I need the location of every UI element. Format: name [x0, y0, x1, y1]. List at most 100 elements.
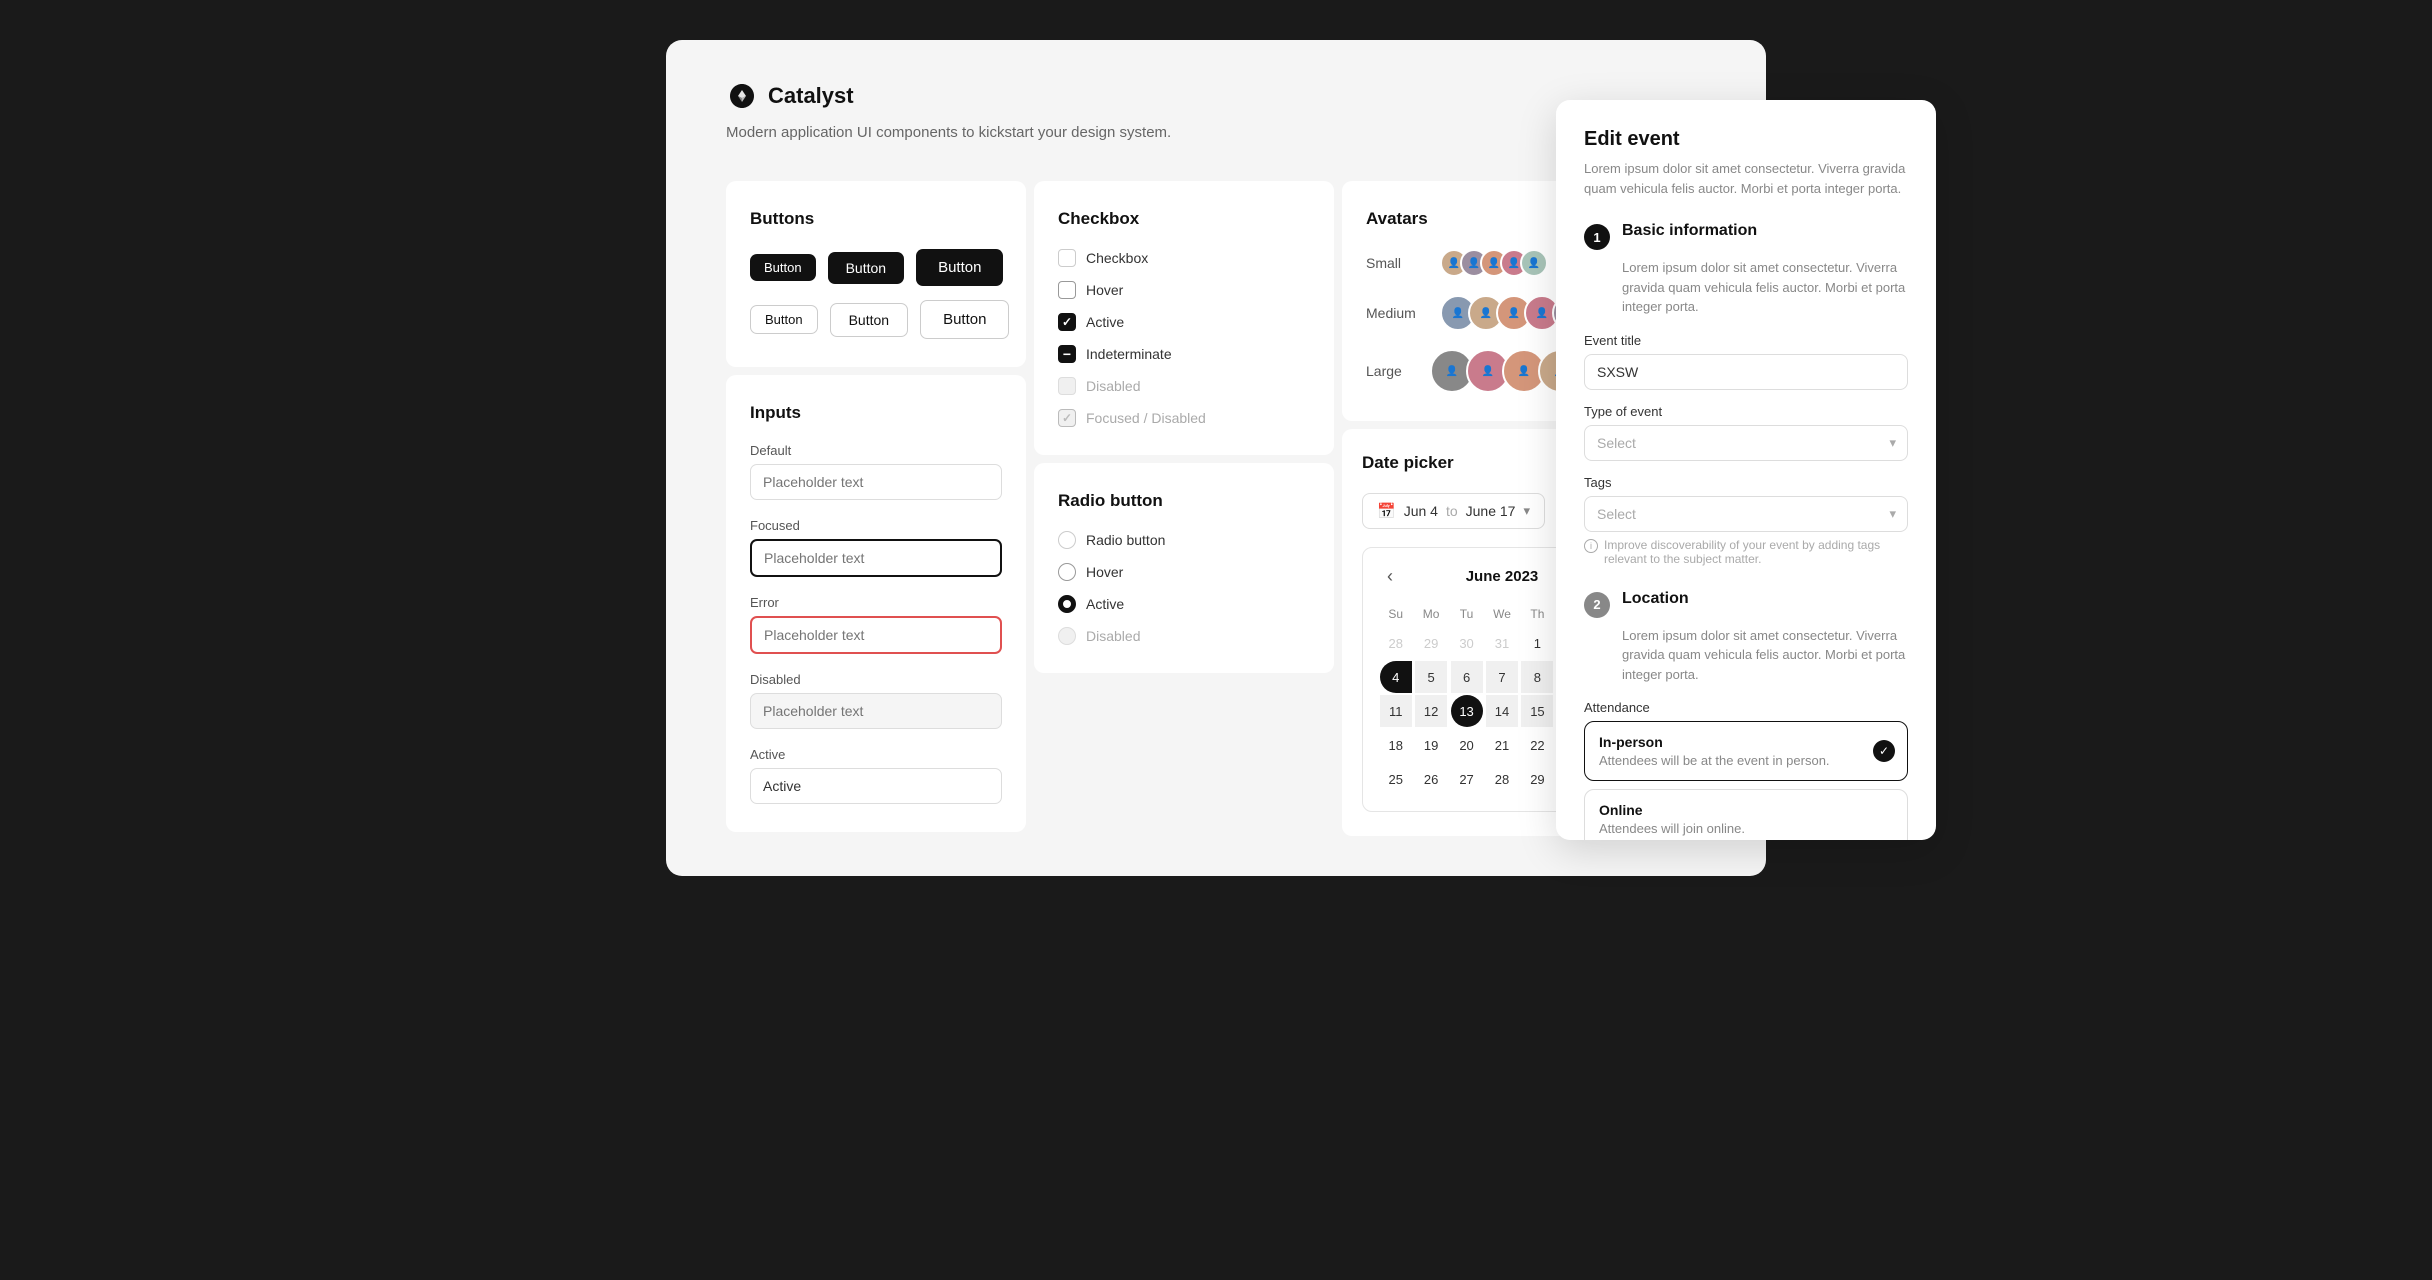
radio-stack: Radio button Hover Active Disabled — [1058, 531, 1310, 645]
checkbox-title: Checkbox — [1058, 209, 1310, 229]
input-focused[interactable] — [750, 539, 1002, 577]
cal-day[interactable]: 28 — [1486, 763, 1518, 795]
cal-day[interactable]: 18 — [1380, 729, 1412, 761]
tags-select[interactable]: Select — [1584, 496, 1908, 532]
buttons-row-solid: Button Button Button — [750, 249, 1002, 286]
inputs-title: Inputs — [750, 403, 1002, 423]
checkbox-hover-box[interactable] — [1058, 281, 1076, 299]
cal-day[interactable]: 30 — [1451, 627, 1483, 659]
step1-title: Basic information — [1622, 222, 1757, 240]
step1-section: 1 Basic information Lorem ipsum dolor si… — [1584, 222, 1908, 566]
checkbox-disabled-label: Disabled — [1086, 378, 1140, 394]
button-outline-md[interactable]: Button — [830, 303, 908, 337]
avatar: 👤 — [1520, 249, 1548, 277]
main-card: Catalyst Modern application UI component… — [666, 40, 1766, 876]
tags-hint-text: Improve discoverability of your event by… — [1604, 538, 1908, 566]
attendance-label: Attendance — [1584, 700, 1908, 715]
checkbox-focused-check-icon: ✓ — [1062, 411, 1072, 425]
checkbox-active-box[interactable]: ✓ — [1058, 313, 1076, 331]
checkbox-minus-icon: − — [1063, 347, 1071, 361]
cal-day[interactable]: 26 — [1415, 763, 1447, 795]
button-solid-lg[interactable]: Button — [916, 249, 1003, 286]
attendance-online[interactable]: Online Attendees will join online. — [1584, 789, 1908, 840]
radio-hover-circle[interactable] — [1058, 563, 1076, 581]
attendance-inperson-check: ✓ — [1873, 740, 1895, 762]
cal-day[interactable]: 21 — [1486, 729, 1518, 761]
cal-day[interactable]: 1 — [1521, 627, 1553, 659]
checkbox-disabled-box — [1058, 377, 1076, 395]
input-error-group: Error — [750, 595, 1002, 654]
cal-day[interactable]: 28 — [1380, 627, 1412, 659]
checkbox-focused-disabled-box: ✓ — [1058, 409, 1076, 427]
buttons-section: Buttons Button Button Button Button Butt… — [726, 181, 1026, 367]
input-active[interactable] — [750, 768, 1002, 804]
radio-default-circle[interactable] — [1058, 531, 1076, 549]
input-disabled-group: Disabled — [750, 672, 1002, 729]
radio-active: Active — [1058, 595, 1310, 613]
cal-day[interactable]: 22 — [1521, 729, 1553, 761]
checkbox-hover-label: Hover — [1086, 282, 1123, 298]
cal-day[interactable]: 4 — [1380, 661, 1412, 693]
step2-desc: Lorem ipsum dolor sit amet consectetur. … — [1584, 626, 1908, 685]
cal-day[interactable]: 27 — [1451, 763, 1483, 795]
step2-section: 2 Location Lorem ipsum dolor sit amet co… — [1584, 590, 1908, 841]
radio-title: Radio button — [1058, 491, 1310, 511]
attendance-inperson-desc: Attendees will be at the event in person… — [1599, 753, 1893, 768]
cal-day[interactable]: 25 — [1380, 763, 1412, 795]
radio-hover: Hover — [1058, 563, 1310, 581]
inputs-stack: Default Focused Error Disabled — [750, 443, 1002, 804]
attendance-inperson[interactable]: In-person Attendees will be at the event… — [1584, 721, 1908, 781]
avatars-small-label: Small — [1366, 255, 1426, 271]
cal-day[interactable]: 12 — [1415, 695, 1447, 727]
cal-day[interactable]: 19 — [1415, 729, 1447, 761]
radio-section: Radio button Radio button Hover Active — [1034, 463, 1334, 673]
input-active-label: Active — [750, 747, 1002, 762]
cal-day[interactable]: 11 — [1380, 695, 1412, 727]
input-error[interactable] — [750, 616, 1002, 654]
cal-day[interactable]: 14 — [1486, 695, 1518, 727]
radio-disabled-circle — [1058, 627, 1076, 645]
datepicker-to: to — [1446, 503, 1458, 519]
type-of-event-select[interactable]: Select — [1584, 425, 1908, 461]
side-panel: Edit event Lorem ipsum dolor sit amet co… — [1556, 100, 1936, 840]
cal-day-today[interactable]: 13 — [1451, 695, 1483, 727]
cal-day[interactable]: 6 — [1451, 661, 1483, 693]
cal-header-th: Th — [1521, 603, 1554, 625]
tags-select-wrapper: Select ▾ — [1584, 496, 1908, 532]
cal-day[interactable]: 20 — [1451, 729, 1483, 761]
datepicker-end-date: June 17 — [1466, 503, 1516, 519]
input-default-group: Default — [750, 443, 1002, 500]
input-default[interactable] — [750, 464, 1002, 500]
buttons-row-outline: Button Button Button — [750, 300, 1002, 339]
checkbox-indeterminate-box[interactable]: − — [1058, 345, 1076, 363]
avatars-large-label: Large — [1366, 363, 1416, 379]
cal-day[interactable]: 7 — [1486, 661, 1518, 693]
cal-day[interactable]: 29 — [1521, 763, 1553, 795]
step1-desc: Lorem ipsum dolor sit amet consectetur. … — [1584, 258, 1908, 317]
checkbox-default: Checkbox — [1058, 249, 1310, 267]
checkbox-indeterminate-label: Indeterminate — [1086, 346, 1172, 362]
cal-day[interactable]: 5 — [1415, 661, 1447, 693]
cal-header-we: We — [1485, 603, 1518, 625]
datepicker-trigger[interactable]: 📅 Jun 4 to June 17 ▾ — [1362, 493, 1545, 529]
attendance-group: Attendance In-person Attendees will be a… — [1584, 700, 1908, 840]
calendar-prev-button[interactable]: ‹ — [1379, 564, 1401, 589]
calendar-icon: 📅 — [1377, 502, 1396, 520]
cal-header-mo: Mo — [1414, 603, 1447, 625]
cal-day[interactable]: 8 — [1521, 661, 1553, 693]
button-outline-lg[interactable]: Button — [920, 300, 1009, 339]
app-title: Catalyst — [768, 83, 854, 109]
button-solid-md[interactable]: Button — [828, 252, 904, 284]
checkbox-default-box[interactable] — [1058, 249, 1076, 267]
cal-header-su: Su — [1379, 603, 1412, 625]
input-focused-label: Focused — [750, 518, 1002, 533]
cal-day[interactable]: 15 — [1521, 695, 1553, 727]
radio-active-circle[interactable] — [1058, 595, 1076, 613]
cal-day[interactable]: 31 — [1486, 627, 1518, 659]
checkbox-stack: Checkbox Hover ✓ Active − — [1058, 249, 1310, 427]
button-outline-sm[interactable]: Button — [750, 305, 818, 334]
cal-day[interactable]: 29 — [1415, 627, 1447, 659]
event-title-input[interactable] — [1584, 354, 1908, 390]
button-solid-sm[interactable]: Button — [750, 254, 816, 281]
inputs-section: Inputs Default Focused Error — [726, 375, 1026, 832]
